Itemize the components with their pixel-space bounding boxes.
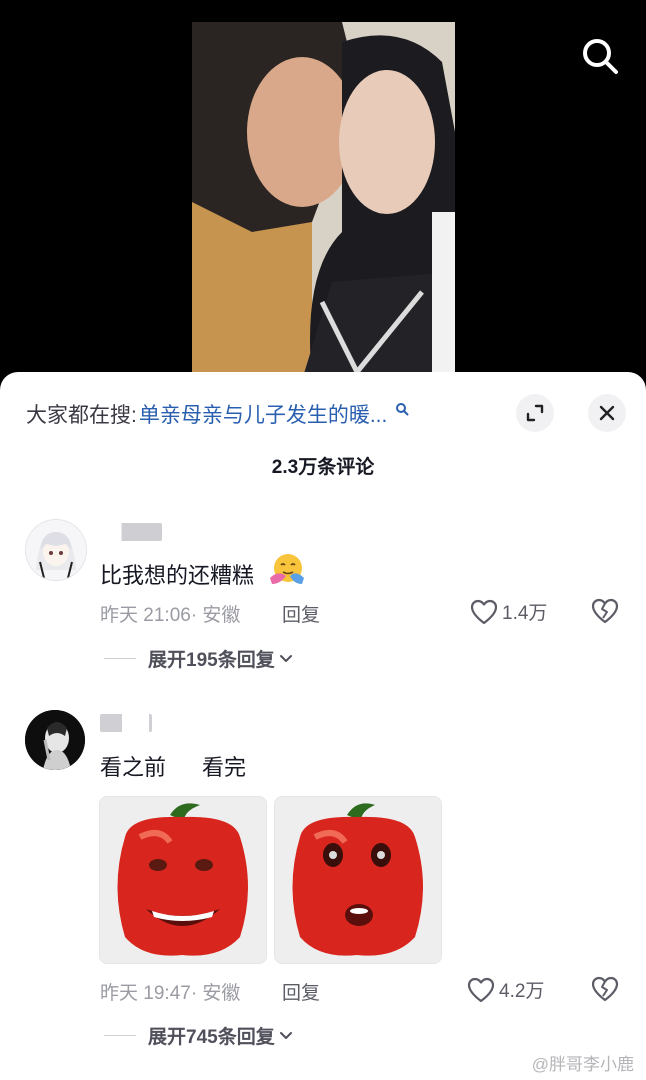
heart-icon bbox=[470, 599, 498, 624]
like-button[interactable]: 1.4万 bbox=[470, 598, 547, 625]
hot-search-query[interactable]: 单亲母亲与儿子发生的暖... bbox=[139, 399, 388, 429]
dislike-button[interactable] bbox=[591, 598, 619, 629]
username-redacted bbox=[100, 523, 162, 541]
avatar[interactable] bbox=[25, 519, 87, 581]
close-button[interactable] bbox=[588, 394, 626, 432]
watermark: @胖哥李小鹿 bbox=[532, 1050, 634, 1075]
expand-replies-label: 展开195条回复 bbox=[148, 650, 275, 671]
divider-line bbox=[104, 658, 136, 659]
expand-icon bbox=[526, 404, 544, 422]
comment-text-before: 看之前 bbox=[100, 755, 167, 780]
like-count: 4.2万 bbox=[499, 981, 545, 1002]
comment-meta: 昨天 21:06· 安徽 bbox=[100, 605, 241, 626]
comment-text-after: 看完 bbox=[202, 755, 247, 780]
username-redacted bbox=[100, 714, 152, 732]
expand-replies-label: 展开745条回复 bbox=[148, 1027, 275, 1048]
search-icon bbox=[395, 398, 409, 422]
hot-search-prefix: 大家都在搜: bbox=[26, 404, 137, 427]
heart-icon bbox=[467, 977, 495, 1002]
comment-image-after[interactable] bbox=[274, 796, 442, 964]
watermark-text: @胖哥李小鹿 bbox=[531, 1055, 634, 1074]
close-icon bbox=[599, 405, 615, 421]
reply-button[interactable]: 回复 bbox=[282, 600, 320, 627]
comment-text: 比我想的还糟糕 bbox=[100, 563, 255, 588]
video-frame[interactable] bbox=[192, 22, 455, 380]
chevron-down-icon bbox=[279, 654, 292, 662]
emoji-hug-icon bbox=[268, 552, 306, 586]
like-button[interactable]: 4.2万 bbox=[467, 976, 544, 1003]
reply-button[interactable]: 回复 bbox=[282, 978, 320, 1005]
broken-heart-icon bbox=[591, 976, 619, 1002]
hot-search-bar[interactable]: 大家都在搜: 单亲母亲与儿子发生的暖... bbox=[26, 398, 409, 430]
comment-image-before[interactable] bbox=[99, 796, 267, 964]
avatar[interactable] bbox=[25, 710, 85, 770]
divider-line bbox=[104, 1035, 136, 1036]
search-icon[interactable] bbox=[578, 34, 622, 78]
comment-meta: 昨天 19:47· 安徽 bbox=[100, 983, 241, 1004]
chevron-down-icon bbox=[279, 1031, 292, 1039]
dislike-button[interactable] bbox=[591, 976, 619, 1007]
expand-replies-button[interactable]: 展开745条回复 bbox=[104, 1022, 293, 1049]
video-player[interactable] bbox=[0, 0, 646, 400]
like-count: 1.4万 bbox=[502, 603, 548, 624]
comment-count: 2.3万条评论 bbox=[271, 457, 375, 478]
broken-heart-icon bbox=[591, 598, 619, 624]
expand-replies-button[interactable]: 展开195条回复 bbox=[104, 645, 293, 672]
expand-button[interactable] bbox=[516, 394, 554, 432]
